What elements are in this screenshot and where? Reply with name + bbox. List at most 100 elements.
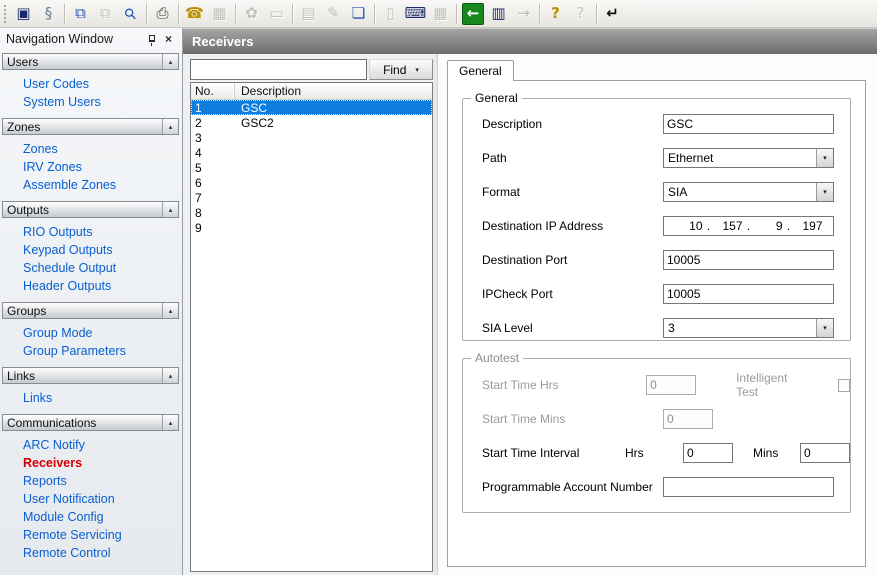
nav-items: ARC Notify Receivers Reports User Notifi… <box>2 431 179 563</box>
dest-ip-field[interactable]: 10 . 157 . 9 . 197 <box>663 216 834 236</box>
field-row-dest-port: Destination Port <box>463 250 850 270</box>
nav-section-header-zones[interactable]: Zones ▴ <box>2 118 179 135</box>
sidebar-item-irv-zones[interactable]: IRV Zones <box>23 158 179 176</box>
nav-items: Zones IRV Zones Assemble Zones <box>2 135 179 195</box>
nav-section-header-outputs[interactable]: Outputs ▴ <box>2 201 179 218</box>
collapse-arrow-icon[interactable]: ▴ <box>162 202 178 217</box>
list-rows: 1 GSC 2 GSC2 3 4 <box>191 100 432 571</box>
back-icon[interactable]: ← <box>462 3 484 25</box>
sidebar-item-group-parameters[interactable]: Group Parameters <box>23 342 179 360</box>
receiver-form-pane: General General Description Path Etherne… <box>438 54 877 575</box>
field-row-sia-level: SIA Level 3 ▾ <box>463 318 850 338</box>
sidebar-item-header-outputs[interactable]: Header Outputs <box>23 277 179 295</box>
pin-icon[interactable] <box>143 31 160 47</box>
help-icon[interactable]: ? <box>543 2 568 26</box>
tab-general[interactable]: General <box>447 60 514 81</box>
sidebar-item-receivers[interactable]: Receivers <box>23 454 179 472</box>
sidebar-item-schedule-output[interactable]: Schedule Output <box>23 259 179 277</box>
ip-octet-2[interactable]: 157 <box>715 219 743 233</box>
context-help-icon[interactable]: ? <box>568 2 593 26</box>
table-row[interactable]: 2 GSC2 <box>191 115 432 130</box>
collapse-arrow-icon[interactable]: ▴ <box>162 119 178 134</box>
chevron-down-icon[interactable]: ▾ <box>816 319 833 337</box>
ip-octet-3[interactable]: 9 <box>755 219 783 233</box>
close-icon[interactable]: × <box>160 31 177 47</box>
table-row[interactable]: 7 <box>191 190 432 205</box>
sidebar-item-user-notification[interactable]: User Notification <box>23 490 179 508</box>
sidebar-item-keypad-outputs[interactable]: Keypad Outputs <box>23 241 179 259</box>
find-input[interactable] <box>190 59 367 80</box>
print-icon[interactable]: ⎙ <box>150 2 175 26</box>
dest-port-field[interactable] <box>663 250 834 270</box>
collapse-arrow-icon[interactable]: ▴ <box>162 368 178 383</box>
form-view-icon[interactable]: ▥ <box>486 2 511 26</box>
sidebar-item-links[interactable]: Links <box>23 389 179 407</box>
interval-mins-field[interactable] <box>800 443 850 463</box>
search-icon[interactable]: ⚲ <box>113 0 148 31</box>
prog-account-field[interactable] <box>663 477 834 497</box>
forward-icon[interactable]: → <box>511 2 536 26</box>
chevron-down-icon[interactable]: ▾ <box>816 149 833 167</box>
nav-items: User Codes System Users <box>2 70 179 112</box>
balloon-icon[interactable]: ✿ <box>239 2 264 26</box>
collapse-arrow-icon[interactable]: ▴ <box>162 54 178 69</box>
sidebar-item-reports[interactable]: Reports <box>23 472 179 490</box>
table-row[interactable]: 1 GSC <box>191 100 432 115</box>
navigation-title: Navigation Window <box>6 32 143 46</box>
table-row[interactable]: 8 <box>191 205 432 220</box>
table-row[interactable]: 4 <box>191 145 432 160</box>
tab-body: General Description Path Ethernet ▾ For <box>447 80 866 567</box>
ipcheck-port-field[interactable] <box>663 284 834 304</box>
calculator-icon[interactable]: ▦ <box>428 2 453 26</box>
sidebar-item-module-config[interactable]: Module Config <box>23 508 179 526</box>
collapse-arrow-icon[interactable]: ▴ <box>162 415 178 430</box>
format-select[interactable]: SIA ▾ <box>663 182 834 202</box>
attach-icon[interactable]: § <box>36 2 61 26</box>
add-device-icon[interactable]: ▦ <box>207 2 232 26</box>
path-select[interactable]: Ethernet ▾ <box>663 148 834 168</box>
column-header-description[interactable]: Description <box>235 83 432 99</box>
column-header-no[interactable]: No. <box>191 83 235 99</box>
toolbar-separator <box>456 4 457 24</box>
sidebar-item-user-codes[interactable]: User Codes <box>23 75 179 93</box>
copy-icon[interactable]: ⧉ <box>68 2 93 26</box>
panel-title-bar: Receivers <box>183 28 877 54</box>
table-row[interactable]: 6 <box>191 175 432 190</box>
sidebar-item-zones[interactable]: Zones <box>23 140 179 158</box>
chevron-down-icon[interactable]: ▾ <box>816 183 833 201</box>
table-row[interactable]: 9 <box>191 220 432 235</box>
nav-section-header-communications[interactable]: Communications ▴ <box>2 414 179 431</box>
sidebar-item-remote-control[interactable]: Remote Control <box>23 544 179 562</box>
sia-level-select[interactable]: 3 ▾ <box>663 318 834 338</box>
table-row[interactable]: 5 <box>191 160 432 175</box>
ip-octet-1[interactable]: 10 <box>675 219 703 233</box>
sidebar-item-assemble-zones[interactable]: Assemble Zones <box>23 176 179 194</box>
notepad-icon[interactable]: ✎ <box>321 2 346 26</box>
nav-section-header-groups[interactable]: Groups ▴ <box>2 302 179 319</box>
description-field[interactable] <box>663 114 834 134</box>
phone-icon[interactable]: ☎ <box>182 2 207 26</box>
collapse-arrow-icon[interactable]: ▴ <box>162 303 178 318</box>
toolbar-group-nav: ← ▥ → <box>460 2 536 26</box>
find-button[interactable]: Find ▾ <box>369 59 433 80</box>
sidebar-item-system-users[interactable]: System Users <box>23 93 179 111</box>
sidebar-item-group-mode[interactable]: Group Mode <box>23 324 179 342</box>
navigation-header: Navigation Window × <box>0 28 182 49</box>
ip-octet-4[interactable]: 197 <box>795 219 823 233</box>
remote-connect-icon[interactable]: ⌨ <box>403 2 428 26</box>
field-row-start-time-mins: Start Time Mins <box>463 409 850 429</box>
table-row[interactable]: 3 <box>191 130 432 145</box>
interval-hrs-field[interactable] <box>683 443 733 463</box>
return-icon[interactable]: ↵ <box>600 2 625 26</box>
nav-section-header-links[interactable]: Links ▴ <box>2 367 179 384</box>
sidebar-item-remote-servicing[interactable]: Remote Servicing <box>23 526 179 544</box>
toolbar-drag-handle[interactable] <box>4 5 7 23</box>
nav-section-header-users[interactable]: Users ▴ <box>2 53 179 70</box>
sidebar-item-arc-notify[interactable]: ARC Notify <box>23 436 179 454</box>
book-search-icon[interactable]: ❏ <box>346 2 371 26</box>
diary-icon[interactable]: ▤ <box>296 2 321 26</box>
save-icon[interactable]: ▣ <box>11 2 36 26</box>
sidebar-item-rio-outputs[interactable]: RIO Outputs <box>23 223 179 241</box>
computer-icon[interactable]: ▯ <box>378 2 403 26</box>
folder-icon[interactable]: ▭ <box>264 2 289 26</box>
